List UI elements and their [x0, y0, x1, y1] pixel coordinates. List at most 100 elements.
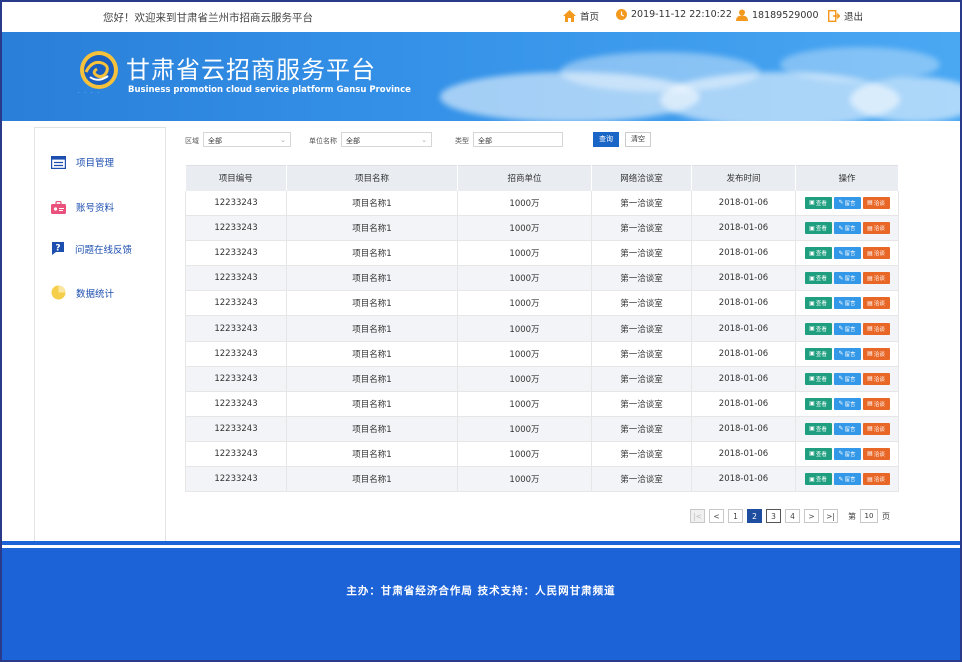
- first-page-button[interactable]: |<: [690, 509, 705, 523]
- cell-room: 第一洽谈室: [591, 190, 692, 217]
- top-bar: 您好！欢迎来到甘肃省兰州市招商云服务平台 首页 2019-11-12 22:10…: [0, 0, 962, 32]
- page-3-button[interactable]: 3: [766, 509, 781, 523]
- cell-actions: ▣ 查看 ✎ 留言 ▤ 洽谈: [795, 341, 899, 367]
- table-row: 12233243 项目名称1 1000万 第一洽谈室 2018-01-06 ▣ 查看 ✎ 留言 ▤…: [185, 466, 899, 493]
- message-label: 留言: [844, 251, 856, 258]
- view-button[interactable]: ▣ 查看: [804, 447, 832, 460]
- clear-button[interactable]: 清空: [625, 132, 651, 147]
- next-page-button[interactable]: >: [804, 509, 819, 523]
- negotiate-button[interactable]: ▤ 洽谈: [862, 247, 890, 260]
- page-1-button[interactable]: 1: [728, 509, 743, 523]
- page-4-button[interactable]: 4: [785, 509, 800, 523]
- cell-date: 2018-01-06: [691, 441, 796, 468]
- message-button[interactable]: ✎ 留言: [833, 222, 861, 235]
- negotiate-button[interactable]: ▤ 洽谈: [862, 447, 890, 460]
- negotiate-button[interactable]: ▤ 洽谈: [862, 397, 890, 410]
- document-icon: ▣: [809, 224, 815, 232]
- user-phone[interactable]: 18189529000: [736, 9, 819, 21]
- table-row: 12233243 项目名称1 1000万 第一洽谈室 2018-01-06 ▣ 查看 ✎ 留言 ▤…: [185, 441, 899, 468]
- message-button[interactable]: ✎ 留言: [833, 247, 861, 260]
- cell-project-name: 项目名称1: [286, 315, 458, 342]
- prev-page-button[interactable]: <: [709, 509, 724, 523]
- cell-actions: ▣ 查看 ✎ 留言 ▤ 洽谈: [795, 466, 899, 493]
- table-row: 12233243 项目名称1 1000万 第一洽谈室 2018-01-06 ▣ 查看 ✎ 留言 ▤…: [185, 240, 899, 267]
- type-input[interactable]: 全部: [473, 132, 563, 147]
- list-icon: [51, 155, 66, 169]
- view-button[interactable]: ▣ 查看: [804, 247, 832, 260]
- cell-project-name: 项目名称1: [286, 240, 458, 267]
- message-button[interactable]: ✎ 留言: [833, 272, 861, 285]
- cell-date: 2018-01-06: [691, 215, 796, 242]
- cell-date: 2018-01-06: [691, 290, 796, 317]
- header-actions: 操作: [795, 165, 899, 191]
- negotiate-button[interactable]: ▤ 洽谈: [862, 222, 890, 235]
- message-button[interactable]: ✎ 留言: [833, 297, 861, 310]
- view-label: 查看: [815, 226, 827, 233]
- negotiate-button[interactable]: ▤ 洽谈: [862, 473, 890, 486]
- cell-project-name: 项目名称1: [286, 290, 458, 317]
- page-jump-input[interactable]: 10: [860, 509, 878, 523]
- sidebar-item-project-management[interactable]: 项目管理: [51, 155, 114, 169]
- view-button[interactable]: ▣ 查看: [804, 347, 832, 360]
- view-button[interactable]: ▣ 查看: [804, 272, 832, 285]
- negotiate-button[interactable]: ▤ 洽谈: [862, 297, 890, 310]
- view-button[interactable]: ▣ 查看: [804, 397, 832, 410]
- message-button[interactable]: ✎ 留言: [833, 372, 861, 385]
- page-2-button[interactable]: 2: [747, 509, 762, 523]
- table-row: 12233243 项目名称1 1000万 第一洽谈室 2018-01-06 ▣ 查看 ✎ 留言 ▤…: [185, 341, 899, 367]
- message-button[interactable]: ✎ 留言: [833, 447, 861, 460]
- view-button[interactable]: ▣ 查看: [804, 196, 832, 209]
- last-page-button[interactable]: >|: [823, 509, 838, 523]
- negotiate-label: 洽谈: [873, 251, 885, 258]
- message-label: 留言: [844, 326, 856, 333]
- message-button[interactable]: ✎ 留言: [833, 422, 861, 435]
- table-row: 12233243 项目名称1 1000万 第一洽谈室 2018-01-06 ▣ 查看 ✎ 留言 ▤…: [185, 416, 899, 442]
- message-button[interactable]: ✎ 留言: [833, 347, 861, 360]
- home-icon: [563, 10, 576, 22]
- view-button[interactable]: ▣ 查看: [804, 322, 832, 335]
- logout-link[interactable]: 退出: [828, 9, 863, 23]
- negotiate-button[interactable]: ▤ 洽谈: [862, 322, 890, 335]
- sidebar-item-feedback[interactable]: ? 问题在线反馈: [51, 241, 132, 256]
- sidebar-item-statistics[interactable]: 数据统计: [51, 285, 114, 300]
- negotiate-button[interactable]: ▤ 洽谈: [862, 347, 890, 360]
- message-button[interactable]: ✎ 留言: [833, 322, 861, 335]
- query-button[interactable]: 查询: [593, 132, 619, 147]
- sidebar-item-account[interactable]: 账号资料: [51, 200, 114, 214]
- cell-unit: 1000万: [457, 391, 592, 417]
- table-row: 12233243 项目名称1 1000万 第一洽谈室 2018-01-06 ▣ 查看 ✎ 留言 ▤…: [185, 366, 899, 392]
- cell-room: 第一洽谈室: [591, 466, 692, 493]
- cell-project-id: 12233243: [185, 240, 287, 267]
- negotiate-button[interactable]: ▤ 洽谈: [862, 372, 890, 385]
- pen-icon: ✎: [838, 249, 844, 257]
- cell-project-id: 12233243: [185, 315, 287, 342]
- cell-unit: 1000万: [457, 190, 592, 217]
- sidebar: 项目管理 账号资料 ? 问题在线反馈 数据统计: [34, 127, 166, 541]
- view-button[interactable]: ▣ 查看: [804, 297, 832, 310]
- site-subtitle: Business promotion cloud service platfor…: [128, 85, 411, 95]
- negotiate-button[interactable]: ▤ 洽谈: [862, 422, 890, 435]
- home-link[interactable]: 首页: [563, 9, 599, 23]
- message-button[interactable]: ✎ 留言: [833, 397, 861, 410]
- negotiate-button[interactable]: ▤ 洽谈: [862, 196, 890, 209]
- message-button[interactable]: ✎ 留言: [833, 196, 861, 209]
- pen-icon: ✎: [838, 450, 844, 458]
- region-select[interactable]: 全部 ⌄: [203, 132, 291, 147]
- view-button[interactable]: ▣ 查看: [804, 422, 832, 435]
- view-button[interactable]: ▣ 查看: [804, 222, 832, 235]
- svg-text:?: ?: [55, 244, 60, 254]
- cell-project-id: 12233243: [185, 466, 287, 493]
- cell-actions: ▣ 查看 ✎ 留言 ▤ 洽谈: [795, 366, 899, 392]
- cell-actions: ▣ 查看 ✎ 留言 ▤ 洽谈: [795, 441, 899, 468]
- cell-room: 第一洽谈室: [591, 366, 692, 392]
- cell-project-name: 项目名称1: [286, 190, 458, 217]
- view-button[interactable]: ▣ 查看: [804, 372, 832, 385]
- negotiate-button[interactable]: ▤ 洽谈: [862, 272, 890, 285]
- pen-icon: ✎: [838, 475, 844, 483]
- jump-prefix: 第: [848, 511, 856, 521]
- message-button[interactable]: ✎ 留言: [833, 473, 861, 486]
- unit-select[interactable]: 全部 ⌄: [341, 132, 432, 147]
- home-label: 首页: [580, 12, 600, 23]
- view-button[interactable]: ▣ 查看: [804, 473, 832, 486]
- cell-unit: 1000万: [457, 315, 592, 342]
